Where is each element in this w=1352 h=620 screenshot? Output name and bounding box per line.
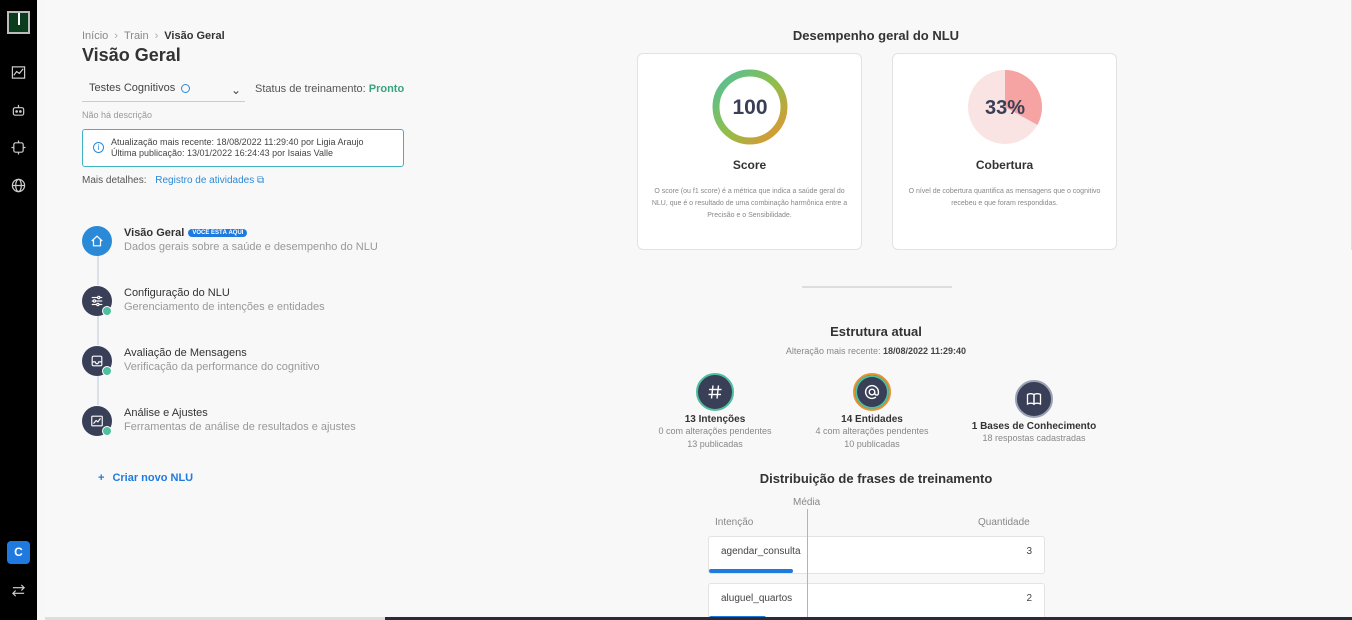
sidebar: C [0,0,37,620]
more-details-label: Mais detalhes: [82,175,147,186]
status-label: Status de treinamento: [255,83,366,95]
average-label: Média [793,497,821,508]
publish-info: Última publicação: 13/01/2022 16:24:43 p… [111,148,403,159]
external-link-icon: ⧉ [257,175,265,186]
globe-icon[interactable] [11,178,26,193]
table-row[interactable]: agendar_consulta 3 [708,536,1045,574]
step-subtitle: Ferramentas de análise de resultados e a… [124,421,356,433]
quantity-column-header: Quantidade [978,517,1030,528]
intents-pending: 0 com alterações pendentes [658,426,772,436]
breadcrumb-current: Visão Geral [164,30,225,42]
coverage-value: 33% [985,97,1025,119]
step-subtitle: Verificação da performance do cognitivo [124,361,320,373]
breadcrumb: Início › Train › Visão Geral [82,30,225,42]
coverage-card: 33% Cobertura O nível de cobertura quant… [892,53,1117,250]
chevron-down-icon: ⌄ [230,83,241,97]
entities-pending: 4 com alterações pendentes [815,426,929,436]
step-connector [97,375,99,405]
recent-label: Alteração mais recente: [785,346,881,356]
status-dot [102,426,112,436]
nlu-select-value: Testes Cognitivos [89,82,176,94]
intents-published: 13 publicadas [687,439,743,449]
intent-quantity: 2 [1026,593,1032,604]
knowledge-count: 1 Bases de Conhecimento [971,421,1097,432]
entities-published: 10 publicadas [844,439,900,449]
description-text: Não há descrição [82,110,153,120]
intent-quantity: 3 [1026,546,1032,557]
average-line [807,509,808,620]
publish-user: Isaias Valle [287,148,333,158]
activity-log-link[interactable]: Registro de atividades ⧉ [155,175,264,186]
create-nlu-button[interactable]: + Criar novo NLU [98,472,193,484]
section-divider [802,286,952,288]
info-icon: i [93,142,104,153]
intents-count: 13 Intenções [684,414,746,425]
table-row[interactable]: aluguel_quartos 2 [708,583,1045,620]
entities-count: 14 Entidades [841,414,903,425]
step-title: Configuração do NLU [124,287,230,299]
knowledge-base-summary[interactable]: 1 Bases de Conhecimento 18 respostas cad… [954,380,1114,445]
breadcrumb-separator: › [114,30,118,42]
knowledge-answers: 18 respostas cadastradas [982,433,1086,443]
score-label: Score [732,158,767,172]
app-logo[interactable] [7,11,30,34]
step-title: Análise e Ajustes [124,407,208,419]
plus-icon: + [98,472,105,484]
create-nlu-label: Criar novo NLU [112,472,194,484]
step-connector [97,255,99,285]
score-description: O score (ou f1 score) é a métrica que in… [651,188,848,219]
step-subtitle: Gerenciamento de intenções e entidades [124,301,325,313]
intent-column-header: Intenção [715,517,754,528]
status-dot [102,366,112,376]
intent-name: aluguel_quartos [721,593,793,604]
page-title: Visão Geral [82,45,181,65]
publish-line: Última publicação: 13/01/2022 16:24:43 p… [111,148,288,158]
book-icon [1015,380,1053,418]
breadcrumb-train[interactable]: Train [124,30,149,42]
user-avatar[interactable]: C [7,541,30,564]
update-info: Atualização mais recente: 18/08/2022 11:… [111,137,403,148]
activity-log-label: Registro de atividades [155,175,255,186]
info-box: i Atualização mais recente: 18/08/2022 1… [82,129,404,167]
main-content: Início › Train › Visão Geral Visão Geral… [45,0,1352,620]
score-value: 100 [732,96,767,119]
distribution-title: Distribuição de frases de treinamento [759,471,993,486]
home-icon [82,226,112,256]
step-subtitle: Dados gerais sobre a saúde e desempenho … [124,241,378,253]
quantity-bar [709,569,794,573]
status-dot [102,306,112,316]
step-title: Visão Geral VOCÊ ESTÁ AQUI [124,227,248,239]
score-gauge: 100 [712,69,788,145]
update-line: Atualização mais recente: 18/08/2022 11:… [111,137,317,147]
chart-icon[interactable] [11,65,26,80]
coverage-label: Cobertura [975,158,1034,172]
swap-icon[interactable] [11,583,26,598]
current-step-badge: VOCÊ ESTÁ AQUI [188,229,248,238]
entities-summary[interactable]: 14 Entidades 4 com alterações pendentes … [792,373,952,451]
recent-value: 18/08/2022 11:29:40 [882,346,967,356]
intents-summary[interactable]: 13 Intenções 0 com alterações pendentes … [635,373,795,451]
status-value: Pronto [368,83,405,95]
hash-icon [696,373,734,411]
update-user: Ligia Araujo [316,137,364,147]
training-status: Status de treinamento: Pronto [255,83,404,95]
structure-recent: Alteração mais recente: 18/08/2022 11:29… [665,346,1087,356]
coverage-description: O nível de cobertura quantifica as mensa… [908,188,1101,207]
at-icon [853,373,891,411]
step-title: Avaliação de Mensagens [124,347,247,359]
step-title-text: Visão Geral [124,227,185,239]
coverage-pie: 33% [968,70,1042,144]
score-card: 100 Score O score (ou f1 score) é a métr… [637,53,862,250]
performance-title: Desempenho geral do NLU [792,28,960,43]
integration-icon[interactable] [11,140,26,155]
intent-name: agendar_consulta [721,546,801,557]
robot-icon[interactable] [11,103,26,118]
structure-title: Estrutura atual [830,324,922,339]
breadcrumb-separator: › [154,30,159,42]
breadcrumb-inicio[interactable]: Início [82,30,108,42]
nlu-select[interactable]: Testes Cognitivos ⌄ [82,78,245,102]
verified-icon [181,83,191,93]
step-connector [97,315,99,345]
more-details: Mais detalhes: Registro de atividades ⧉ [82,175,264,186]
